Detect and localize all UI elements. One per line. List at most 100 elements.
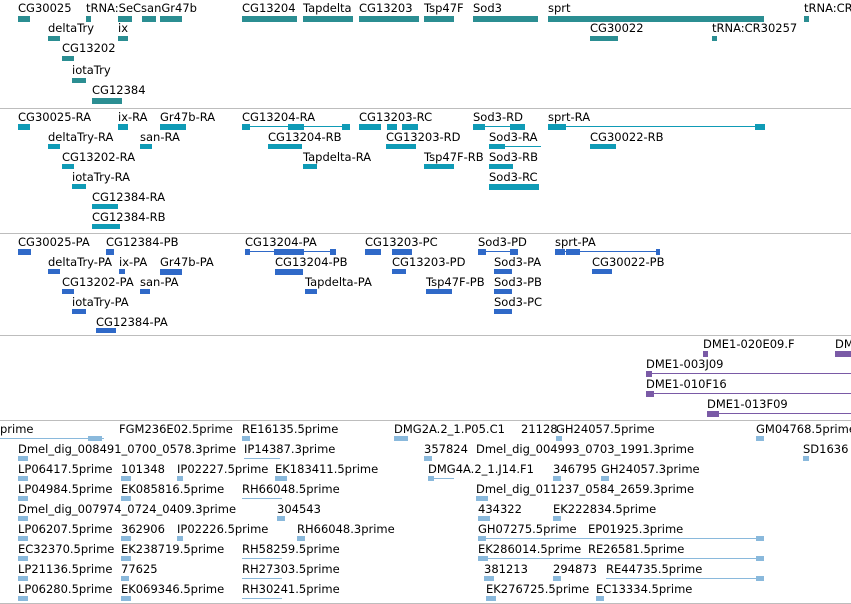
gene-label[interactable]: deltaTry — [48, 22, 94, 35]
gene-feature[interactable] — [242, 16, 297, 22]
transcript-feature[interactable] — [548, 124, 566, 130]
protein-feature[interactable] — [656, 249, 660, 255]
est-label[interactable]: IP02226.5prime — [177, 523, 268, 536]
transcript-feature[interactable] — [72, 184, 86, 189]
protein-feature[interactable] — [96, 328, 116, 333]
est-feature[interactable] — [596, 596, 604, 601]
est-label[interactable]: 304543 — [277, 503, 321, 516]
est-label[interactable]: 21128 — [521, 423, 558, 436]
transcript-feature[interactable] — [342, 124, 350, 130]
est-feature[interactable] — [177, 536, 183, 541]
transcript-feature[interactable] — [510, 124, 525, 130]
protein-label[interactable]: ix-PA — [119, 256, 147, 269]
protein-feature[interactable] — [426, 289, 452, 294]
est-label[interactable]: GH24057.5prime — [556, 423, 655, 436]
transcript-feature[interactable] — [755, 124, 765, 130]
bac-feature[interactable] — [646, 371, 652, 377]
transcript-feature[interactable] — [242, 124, 250, 130]
est-label[interactable]: LP06417.5prime — [18, 463, 112, 476]
gene-label[interactable]: tRNA:SeCsanGr47b — [86, 2, 197, 15]
gene-feature[interactable] — [118, 36, 128, 41]
est-label[interactable]: 362906 — [121, 523, 165, 536]
protein-label[interactable]: Tsp47F-PB — [426, 276, 485, 289]
gene-label[interactable]: CG13202 — [62, 42, 116, 55]
bac-label[interactable]: DME1-013F09 — [707, 398, 788, 411]
protein-feature[interactable] — [274, 249, 304, 255]
gene-feature[interactable] — [473, 16, 538, 22]
protein-label[interactable]: sprt-PA — [555, 236, 596, 249]
est-label[interactable]: EK276725.5prime — [486, 583, 589, 596]
est-feature[interactable] — [88, 436, 102, 441]
protein-label[interactable]: Sod3-PC — [494, 296, 542, 309]
gene-label[interactable]: iotaTry — [72, 64, 111, 77]
transcript-label[interactable]: Tsp47F-RB — [424, 151, 484, 164]
est-label[interactable]: SD1636 — [803, 443, 848, 456]
transcript-feature[interactable] — [489, 144, 505, 149]
est-label[interactable]: RH66048.5prime — [242, 483, 340, 496]
est-label[interactable]: Dmel_dig_011237_0584_2659.3prime — [476, 483, 694, 496]
transcript-label[interactable]: CG13204-RA — [242, 111, 315, 124]
gene-feature[interactable] — [62, 56, 74, 61]
protein-feature[interactable] — [62, 289, 74, 294]
transcript-label[interactable]: CG13203-RD — [386, 131, 461, 144]
transcript-feature[interactable] — [386, 144, 416, 149]
est-feature[interactable] — [478, 516, 490, 521]
est-feature[interactable] — [803, 456, 809, 461]
bac-feature[interactable] — [646, 391, 654, 397]
est-label[interactable]: DMG2A.2_1.P05.C1 — [394, 423, 505, 436]
est-feature[interactable] — [484, 576, 494, 581]
gene-feature[interactable] — [118, 16, 132, 22]
gene-feature[interactable] — [160, 16, 182, 22]
protein-feature[interactable] — [478, 249, 486, 255]
est-label[interactable]: EK286014.5prime — [478, 543, 581, 556]
est-feature[interactable] — [394, 436, 408, 441]
transcript-label[interactable]: CG12384-RB — [92, 211, 166, 224]
protein-label[interactable]: CG12384-PB — [106, 236, 179, 249]
transcript-feature[interactable] — [424, 164, 454, 169]
est-feature[interactable] — [756, 576, 764, 581]
gene-feature[interactable] — [92, 98, 122, 104]
protein-feature[interactable] — [365, 249, 381, 255]
transcript-label[interactable]: Sod3-RC — [489, 171, 538, 184]
transcript-feature[interactable] — [18, 124, 30, 130]
est-feature[interactable] — [121, 556, 131, 561]
transcript-label[interactable]: CG30025-RA — [18, 111, 91, 124]
protein-feature[interactable] — [48, 269, 60, 274]
protein-feature[interactable] — [119, 269, 125, 274]
protein-feature[interactable] — [392, 249, 412, 255]
protein-feature[interactable] — [245, 249, 250, 255]
bac-label[interactable]: DM — [835, 338, 851, 351]
gene-feature[interactable] — [548, 16, 764, 22]
transcript-label[interactable]: ix-RA — [118, 111, 148, 124]
gene-feature[interactable] — [359, 16, 419, 22]
est-label[interactable]: LP06207.5prime — [18, 523, 112, 536]
gene-label[interactable]: CG13203 — [359, 2, 413, 15]
est-feature[interactable] — [121, 596, 131, 601]
est-label[interactable]: Dmel_dig_008491_0700_0578.3prime — [18, 443, 236, 456]
est-feature[interactable] — [553, 476, 561, 481]
est-feature[interactable] — [424, 456, 432, 461]
transcript-label[interactable]: Sod3-RA — [489, 131, 538, 144]
gene-label[interactable]: Tapdelta — [303, 2, 352, 15]
est-feature[interactable] — [177, 476, 183, 481]
transcript-feature[interactable] — [92, 204, 118, 209]
gene-feature[interactable] — [712, 36, 717, 41]
est-feature[interactable] — [18, 536, 28, 541]
est-feature[interactable] — [121, 536, 131, 541]
transcript-label[interactable]: Sod3-RB — [489, 151, 538, 164]
est-label[interactable]: Dmel_dig_004993_0703_1991.3prime — [476, 443, 694, 456]
est-feature[interactable] — [756, 436, 764, 441]
transcript-label[interactable]: CG12384-RA — [92, 191, 165, 204]
est-label[interactable]: FGM236E02.5prime — [119, 423, 233, 436]
est-feature[interactable] — [556, 436, 562, 441]
est-label[interactable]: 77625 — [121, 563, 158, 576]
protein-feature[interactable] — [555, 249, 565, 255]
est-label[interactable]: LP21136.5prime — [18, 563, 112, 576]
gene-label[interactable]: CG30025 — [18, 2, 72, 15]
est-label[interactable]: EK085816.5prime — [121, 483, 224, 496]
est-label[interactable]: LP06280.5prime — [18, 583, 112, 596]
protein-feature[interactable] — [106, 249, 114, 255]
transcript-label[interactable]: CG13203-RC — [359, 111, 432, 124]
protein-label[interactable]: Tapdelta-PA — [305, 276, 372, 289]
est-feature[interactable] — [121, 496, 131, 501]
